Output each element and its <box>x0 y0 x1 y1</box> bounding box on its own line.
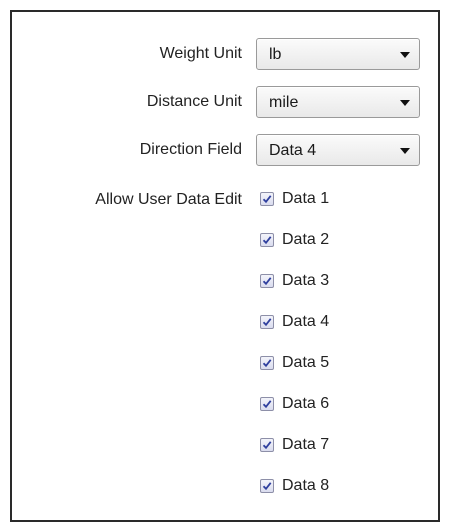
checkmark-icon <box>262 359 272 368</box>
checkmark-icon <box>262 400 272 409</box>
direction-field-label: Direction Field <box>139 141 242 158</box>
data-1-label: Data 1 <box>282 190 330 207</box>
data-4-label: Data 4 <box>282 313 330 330</box>
checkbox-box[interactable] <box>260 479 274 493</box>
checkmark-icon <box>262 195 272 204</box>
data-8-label: Data 8 <box>282 477 330 494</box>
distance-unit-select[interactable]: mile <box>256 86 420 118</box>
data-2-label: Data 2 <box>282 231 330 248</box>
chevron-down-icon <box>400 100 410 106</box>
distance-unit-value: mile <box>269 94 299 111</box>
checkbox-box[interactable] <box>260 192 274 206</box>
checkmark-icon <box>262 482 272 491</box>
direction-field-row: Direction Field Data 4 <box>12 134 438 168</box>
data-6-label: Data 6 <box>282 395 330 412</box>
data-6-checkbox[interactable]: Data 6 <box>260 393 400 417</box>
checkbox-box[interactable] <box>260 274 274 288</box>
data-3-checkbox[interactable]: Data 3 <box>260 270 400 294</box>
weight-unit-select[interactable]: lb <box>256 38 420 70</box>
distance-unit-row: Distance Unit mile <box>12 86 438 120</box>
weight-unit-row: Weight Unit lb <box>12 38 438 72</box>
checkbox-box[interactable] <box>260 315 274 329</box>
chevron-down-icon <box>400 148 410 154</box>
data-5-checkbox[interactable]: Data 5 <box>260 352 400 376</box>
data-4-checkbox[interactable]: Data 4 <box>260 311 400 335</box>
chevron-down-icon <box>400 52 410 58</box>
direction-field-value: Data 4 <box>269 142 317 159</box>
data-1-checkbox[interactable]: Data 1 <box>260 188 400 212</box>
checkbox-box[interactable] <box>260 233 274 247</box>
data-5-label: Data 5 <box>282 354 330 371</box>
direction-field-select[interactable]: Data 4 <box>256 134 420 166</box>
data-7-label: Data 7 <box>282 436 330 453</box>
checkmark-icon <box>262 277 272 286</box>
checkmark-icon <box>262 441 272 450</box>
checkbox-box[interactable] <box>260 356 274 370</box>
data-8-checkbox[interactable]: Data 8 <box>260 475 400 499</box>
distance-unit-label: Distance Unit <box>146 93 242 110</box>
settings-panel: Weight Unit lb Distance Unit mile Direct… <box>10 10 440 522</box>
weight-unit-label: Weight Unit <box>159 45 242 62</box>
checkbox-box[interactable] <box>260 397 274 411</box>
checkmark-icon <box>262 318 272 327</box>
data-7-checkbox[interactable]: Data 7 <box>260 434 400 458</box>
checkmark-icon <box>262 236 272 245</box>
checkbox-box[interactable] <box>260 438 274 452</box>
weight-unit-value: lb <box>269 46 282 63</box>
data-3-label: Data 3 <box>282 272 330 289</box>
data-2-checkbox[interactable]: Data 2 <box>260 229 400 253</box>
allow-user-data-edit-label: Allow User Data Edit <box>95 191 242 208</box>
